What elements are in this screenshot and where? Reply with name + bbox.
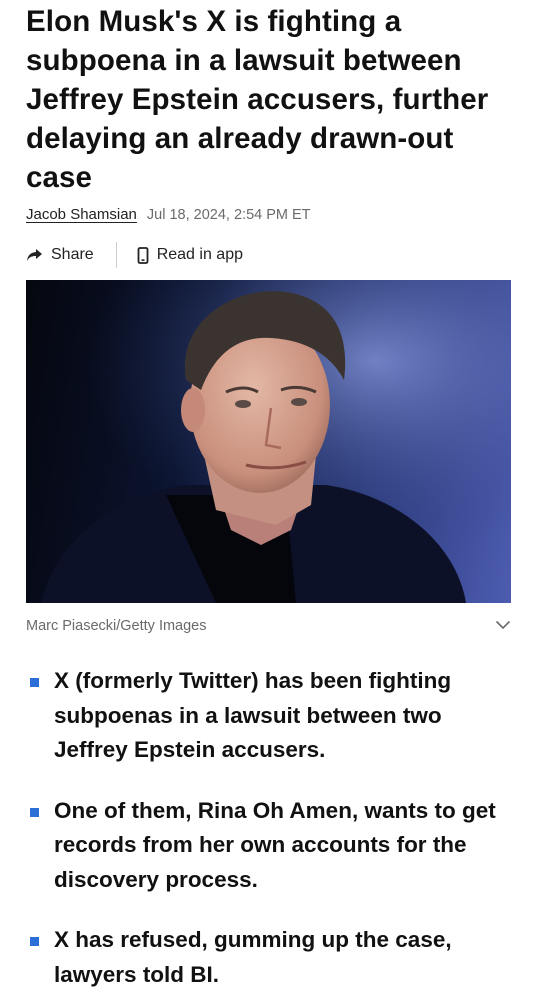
actions-divider <box>115 242 117 268</box>
share-label: Share <box>51 246 94 263</box>
bullet-marker <box>30 937 39 946</box>
key-point-text: X has refused, gumming up the case, lawy… <box>54 927 452 987</box>
key-point: X (formerly Twitter) has been fighting s… <box>30 664 510 768</box>
key-point-text: X (formerly Twitter) has been fighting s… <box>54 668 452 762</box>
bullet-marker <box>30 807 39 817</box>
read-in-app-label: Read in app <box>156 246 243 263</box>
article-headline: Elon Musk's X is fighting a subpoena in … <box>26 5 489 194</box>
portrait-photo <box>26 280 511 603</box>
key-point: X has refused, gumming up the case, lawy… <box>30 923 510 992</box>
chevron-down-icon[interactable] <box>495 617 511 635</box>
article-actions: Share Read in app <box>26 241 243 269</box>
share-button[interactable]: Share <box>26 246 94 264</box>
phone-icon <box>137 246 149 264</box>
publish-date: Jul 18, 2024, 2:54 PM ET <box>146 207 311 223</box>
key-points-list: X (formerly Twitter) has been fighting s… <box>30 664 510 1000</box>
byline: Jacob Shamsian Jul 18, 2024, 2:54 PM ET <box>26 206 311 223</box>
key-point: One of them, Rina Oh Amen, wants to get … <box>30 794 510 898</box>
image-caption: Marc Piasecki/Getty Images <box>26 618 207 634</box>
article-hero-image <box>26 280 511 603</box>
key-point-text: One of them, Rina Oh Amen, wants to get … <box>54 797 496 892</box>
bullet-marker <box>30 678 39 687</box>
read-in-app-button[interactable]: Read in app <box>137 246 243 264</box>
author-link[interactable]: Jacob Shamsian <box>26 206 137 223</box>
image-caption-row: Marc Piasecki/Getty Images <box>26 617 511 635</box>
share-arrow-icon <box>26 248 43 262</box>
